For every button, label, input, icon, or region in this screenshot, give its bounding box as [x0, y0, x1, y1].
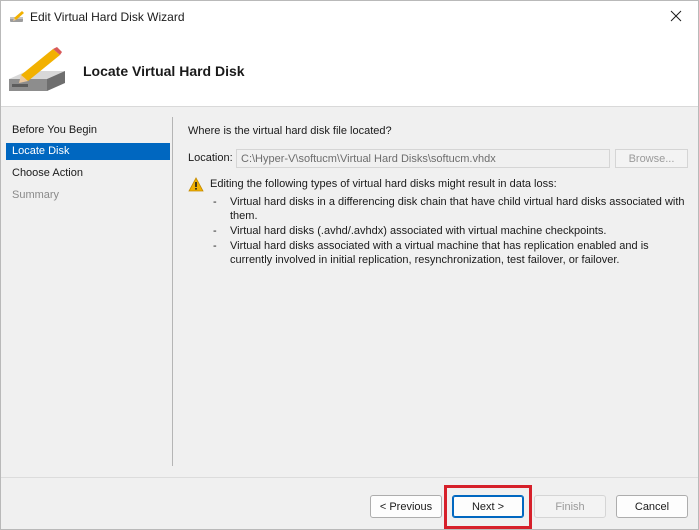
wizard-window: Edit Virtual Hard Disk Wizard Locate Vir…: [0, 0, 699, 530]
wizard-disk-pencil-icon: [9, 10, 25, 24]
close-icon: [670, 10, 682, 25]
footer-divider: [1, 477, 698, 478]
list-item: - Virtual hard disks in a differencing di…: [213, 195, 693, 223]
warning-icon: [188, 177, 204, 192]
cancel-button[interactable]: Cancel: [616, 495, 688, 518]
list-item-text: Virtual hard disks associated with a vir…: [230, 240, 649, 266]
finish-button: Finish: [534, 495, 606, 518]
warning-message: Editing the following types of virtual h…: [210, 178, 557, 190]
step-locate-disk[interactable]: Locate Disk: [6, 143, 170, 160]
previous-button[interactable]: < Previous: [370, 495, 442, 518]
step-choose-action[interactable]: Choose Action: [6, 165, 170, 182]
location-question: Where is the virtual hard disk file loca…: [188, 125, 392, 137]
window-title: Edit Virtual Hard Disk Wizard: [30, 10, 185, 24]
wizard-steps: Before You Begin Locate Disk Choose Acti…: [1, 108, 173, 466]
next-button-highlight: [444, 485, 532, 529]
list-dash: -: [213, 225, 217, 237]
list-item-text: Virtual hard disks in a differencing dis…: [230, 196, 685, 222]
title-bar: Edit Virtual Hard Disk Wizard: [1, 1, 698, 33]
list-dash: -: [213, 240, 217, 252]
step-summary: Summary: [12, 189, 60, 201]
list-item: - Virtual hard disks associated with a vi…: [213, 239, 693, 267]
list-item-text: Virtual hard disks (.avhd/.avhdx) associ…: [230, 225, 607, 237]
list-item: - Virtual hard disks (.avhd/.avhdx) assoc…: [213, 224, 693, 238]
step-before-you-begin[interactable]: Before You Begin: [6, 122, 170, 139]
hard-disk-pencil-icon: [7, 47, 67, 99]
close-button[interactable]: [656, 1, 696, 33]
location-label: Location:: [188, 152, 233, 164]
main-content: Where is the virtual hard disk file loca…: [173, 108, 698, 468]
browse-button: Browse...: [615, 149, 688, 168]
page-title: Locate Virtual Hard Disk: [83, 63, 245, 79]
list-dash: -: [213, 196, 217, 208]
warning-list: - Virtual hard disks in a differencing di…: [213, 195, 693, 268]
location-field[interactable]: [236, 149, 610, 168]
wizard-header: Locate Virtual Hard Disk: [1, 33, 698, 107]
